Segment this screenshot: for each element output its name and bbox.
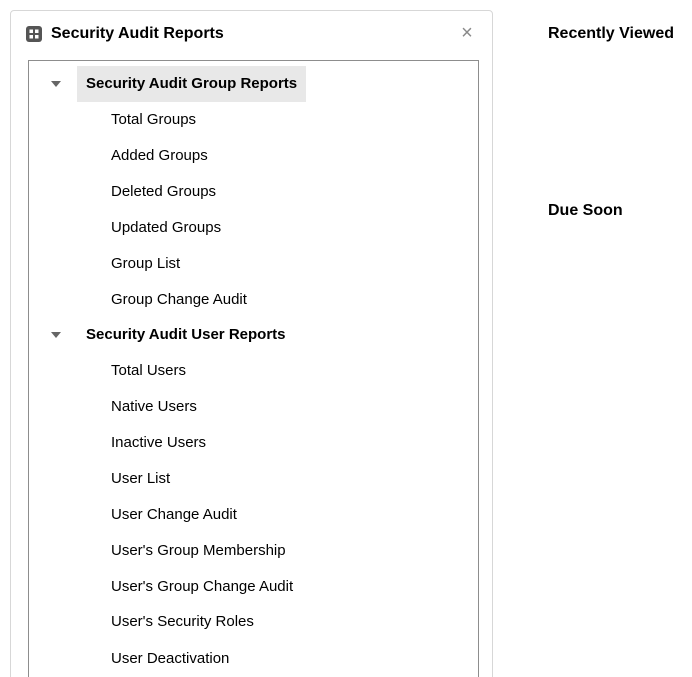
caret-down-icon[interactable]	[51, 81, 61, 87]
tree-group-label: Security Audit User Reports	[86, 326, 286, 343]
tree-item-users-group-membership[interactable]: User's Group Membership	[111, 533, 286, 569]
tree-item-user-list[interactable]: User List	[111, 461, 170, 497]
security-audit-reports-panel: Security Audit Reports × Security Audit …	[10, 10, 493, 677]
tree-group-security-audit-user-reports[interactable]: Security Audit User Reports	[51, 317, 295, 353]
panel-title: Security Audit Reports	[51, 25, 224, 42]
tree-item-inactive-users[interactable]: Inactive Users	[111, 425, 206, 461]
page: Security Audit Reports × Security Audit …	[0, 0, 692, 677]
close-icon: ×	[461, 22, 473, 44]
tree-item-total-groups[interactable]: Total Groups	[111, 102, 196, 138]
panel-header: Security Audit Reports ×	[11, 11, 492, 57]
tree-item-users-security-roles[interactable]: User's Security Roles	[111, 604, 254, 640]
report-tree: Security Audit Group Reports Total Group…	[28, 60, 479, 677]
tree-item-users-group-change-audit[interactable]: User's Group Change Audit	[111, 569, 293, 605]
tree-item-group-change-audit[interactable]: Group Change Audit	[111, 282, 247, 318]
tree-item-total-users[interactable]: Total Users	[111, 353, 186, 389]
report-grid-icon	[26, 26, 42, 42]
tree-group-security-audit-group-reports[interactable]: Security Audit Group Reports	[51, 66, 307, 102]
close-button[interactable]: ×	[458, 22, 476, 44]
tree-item-user-change-audit[interactable]: User Change Audit	[111, 497, 237, 533]
recently-viewed-heading: Recently Viewed	[548, 25, 674, 42]
tree-item-group-list[interactable]: Group List	[111, 246, 180, 282]
tree-item-deleted-groups[interactable]: Deleted Groups	[111, 174, 216, 210]
caret-down-icon[interactable]	[51, 332, 61, 338]
tree-item-updated-groups[interactable]: Updated Groups	[111, 210, 221, 246]
tree-item-user-deactivation[interactable]: User Deactivation	[111, 641, 229, 677]
due-soon-heading: Due Soon	[548, 202, 623, 219]
tree-item-native-users[interactable]: Native Users	[111, 389, 197, 425]
tree-group-label: Security Audit Group Reports	[86, 75, 298, 92]
tree-item-added-groups[interactable]: Added Groups	[111, 138, 208, 174]
